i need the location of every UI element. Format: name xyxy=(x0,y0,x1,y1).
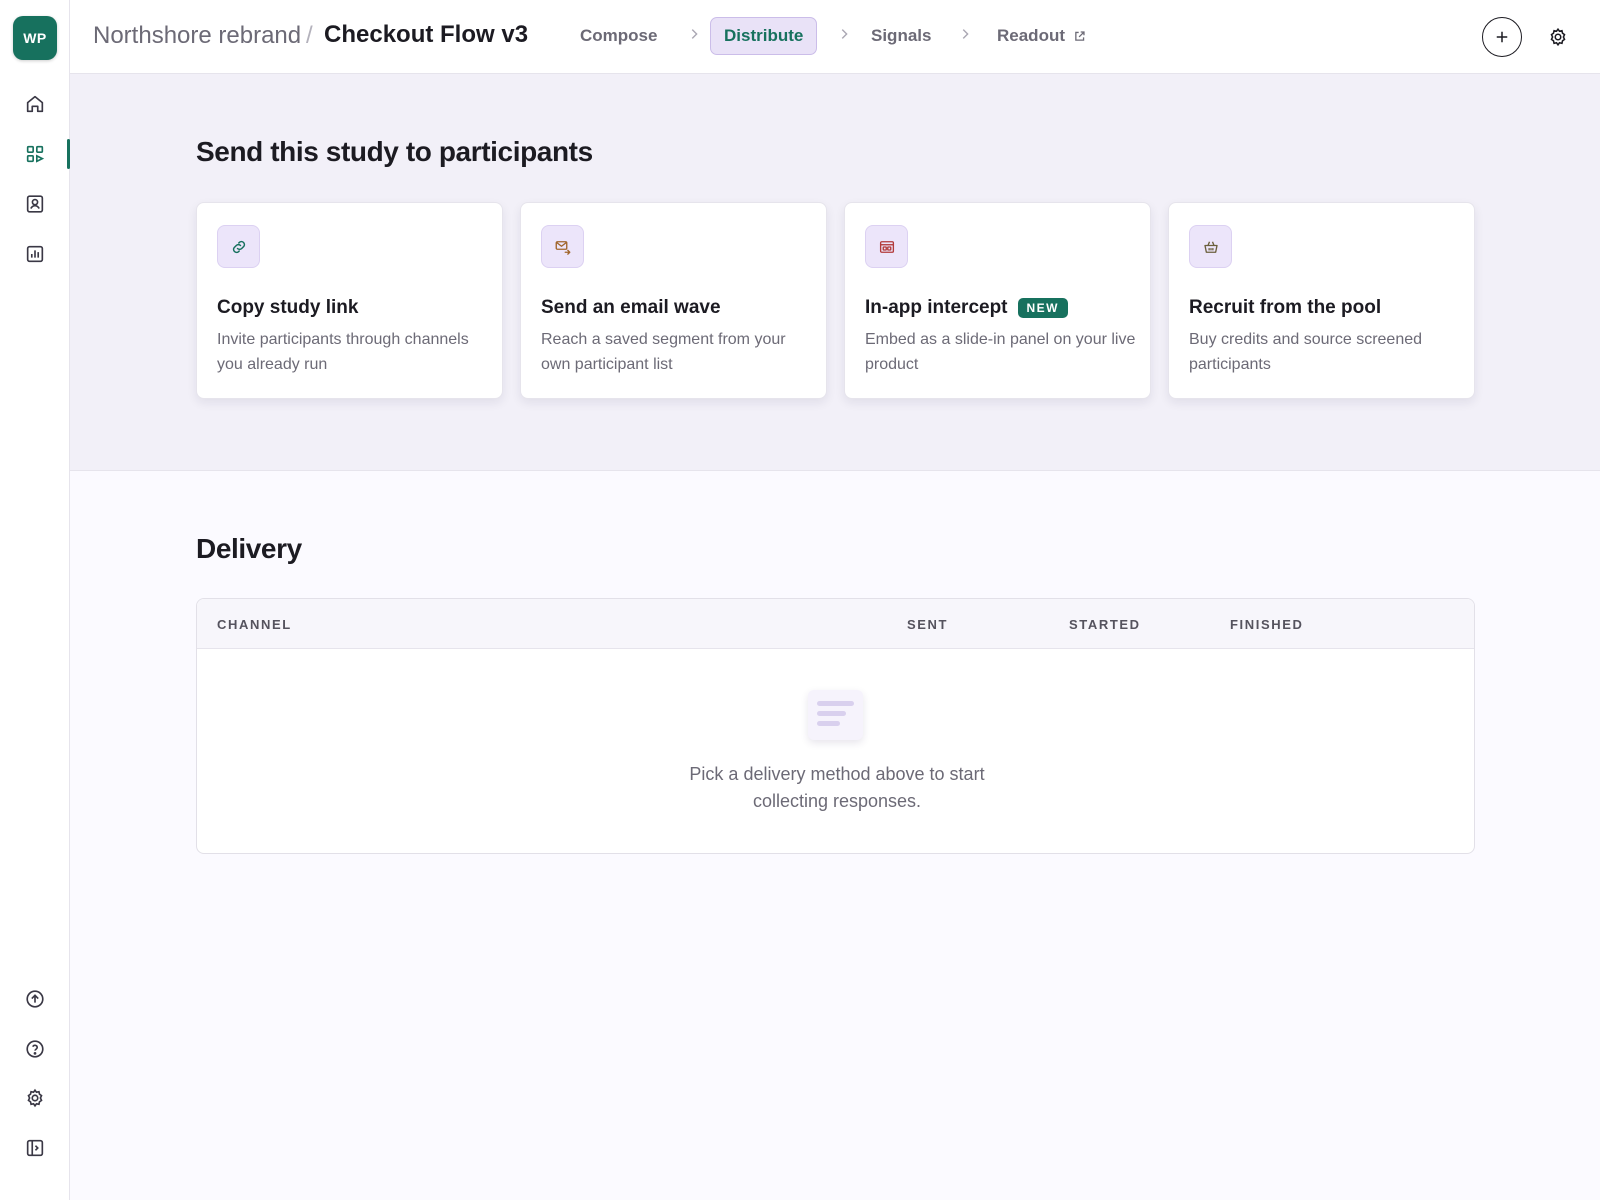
chevron-right-icon xyxy=(841,29,848,39)
link-icon xyxy=(217,225,260,268)
column-channel[interactable]: CHANNEL xyxy=(217,617,292,632)
step-label: Signals xyxy=(871,26,932,45)
chevron-right-icon xyxy=(962,29,969,39)
gear-icon xyxy=(1550,27,1566,47)
workspace-logo[interactable]: WP xyxy=(13,16,57,60)
new-badge: NEW xyxy=(1017,298,1069,318)
step-compose[interactable]: Compose xyxy=(580,17,657,55)
option-title: In-app intercept NEW xyxy=(865,297,1069,319)
column-sent[interactable]: SENT xyxy=(907,617,948,632)
option-description: Embed as a slide-in panel on your live p… xyxy=(865,331,1136,373)
external-link-icon xyxy=(1075,30,1085,41)
table-header: CHANNEL SENT STARTED FINISHED xyxy=(197,599,1474,649)
option-description: Invite participants through channels you… xyxy=(217,331,469,373)
step-signals[interactable]: Signals xyxy=(871,17,931,55)
settings-button[interactable] xyxy=(1538,17,1578,57)
step-readout[interactable]: Readout xyxy=(997,17,1086,55)
delivery-title: Delivery xyxy=(196,533,302,564)
option-send-email-wave[interactable]: Send an email wave Reach a saved segment… xyxy=(520,202,827,399)
option-recruit-from-pool[interactable]: Recruit from the pool Buy credits and so… xyxy=(1168,202,1475,399)
upload-icon[interactable] xyxy=(21,985,49,1013)
plus-icon xyxy=(1496,31,1508,43)
option-title: Recruit from the pool xyxy=(1189,297,1382,318)
step-label: Distribute xyxy=(724,26,804,45)
contact-icon[interactable] xyxy=(21,190,49,218)
option-description: Reach a saved segment from your own part… xyxy=(541,331,786,373)
column-finished[interactable]: FINISHED xyxy=(1230,617,1303,632)
add-button[interactable] xyxy=(1482,17,1522,57)
collapse-sidebar-icon[interactable] xyxy=(21,1134,49,1162)
chevron-right-icon xyxy=(691,29,698,39)
option-copy-study-link[interactable]: Copy study link Invite participants thro… xyxy=(196,202,503,399)
empty-state-message: Pick a delivery method above to start co… xyxy=(689,764,985,811)
breadcrumb-study-title: Checkout Flow v3 xyxy=(324,21,529,48)
section-title: Send this study to participants xyxy=(196,136,593,167)
home-icon[interactable] xyxy=(21,90,49,118)
mail-send-icon xyxy=(541,225,584,268)
distribution-section: Send this study to participants Copy stu… xyxy=(70,74,1600,471)
step-label: Readout xyxy=(997,26,1065,45)
option-description: Buy credits and source screened particip… xyxy=(1189,331,1423,373)
breadcrumb-separator: / xyxy=(306,22,313,49)
basket-icon xyxy=(1189,225,1232,268)
column-started[interactable]: STARTED xyxy=(1069,617,1141,632)
help-icon[interactable] xyxy=(21,1035,49,1063)
gear-icon[interactable] xyxy=(21,1084,49,1112)
option-title: Copy study link xyxy=(217,297,359,318)
chart-icon[interactable] xyxy=(21,240,49,268)
step-distribute[interactable]: Distribute xyxy=(710,17,818,55)
app-window-icon xyxy=(865,225,908,268)
delivery-table: CHANNEL SENT STARTED FINISHED Pick a del… xyxy=(196,598,1475,854)
breadcrumb-project[interactable]: Northshore rebrand xyxy=(93,22,301,50)
grid-icon[interactable] xyxy=(21,140,49,168)
option-in-app-intercept[interactable]: In-app intercept NEW Embed as a slide-in… xyxy=(844,202,1151,399)
top-bar: Northshore rebrand / Checkout Flow v3 Co… xyxy=(70,0,1600,74)
empty-state-icon xyxy=(808,690,863,740)
option-title: Send an email wave xyxy=(541,297,721,318)
step-label: Compose xyxy=(580,26,658,45)
sidebar: WP xyxy=(0,0,70,1200)
